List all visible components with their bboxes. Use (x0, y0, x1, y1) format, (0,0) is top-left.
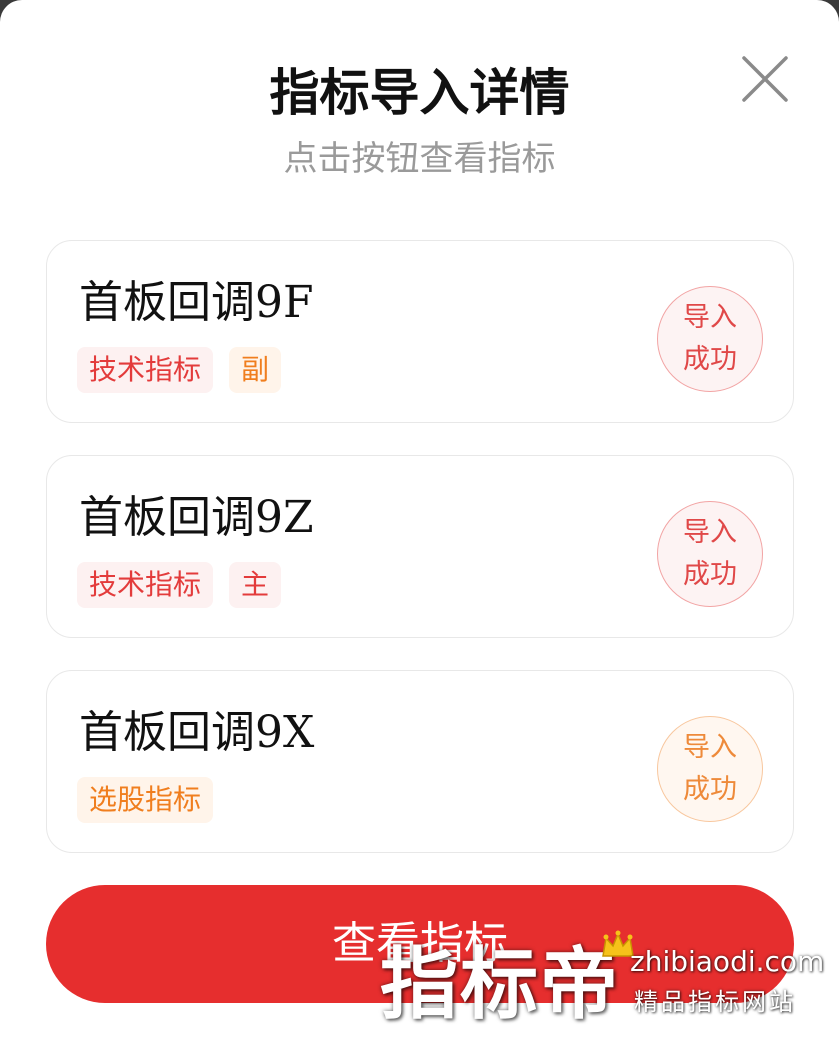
stamp-line-1: 导入 (683, 517, 737, 548)
import-success-stamp: 导入 成功 (657, 716, 763, 822)
stamp-line-1: 导入 (683, 302, 737, 333)
view-indicators-button[interactable]: 查看指标 (46, 885, 794, 1003)
indicator-type-tag: 技术指标 (77, 347, 214, 393)
indicator-card: 首板回调9F 技术指标 副 导入 成功 (46, 240, 794, 423)
stamp-line-1: 导入 (683, 732, 737, 763)
indicator-card: 首板回调9X 选股指标 导入 成功 (46, 670, 794, 853)
stamp-line-2: 成功 (683, 344, 737, 375)
indicator-name: 首板回调9X (79, 707, 315, 758)
modal-subtitle: 点击按钮查看指标 (283, 139, 556, 179)
import-success-stamp: 导入 成功 (657, 501, 763, 607)
close-button[interactable] (738, 52, 792, 106)
indicator-tags: 技术指标 主 (77, 562, 282, 608)
indicator-card: 首板回调9Z 技术指标 主 导入 成功 (46, 455, 794, 638)
indicator-tags: 技术指标 副 (77, 347, 282, 393)
indicator-name: 首板回调9F (79, 277, 314, 328)
import-success-stamp: 导入 成功 (657, 286, 763, 392)
indicator-type-tag: 选股指标 (77, 777, 214, 823)
modal-title: 指标导入详情 (269, 64, 570, 122)
stamp-line-2: 成功 (683, 774, 737, 805)
indicator-position-tag: 主 (229, 562, 282, 608)
indicator-position-tag: 副 (229, 347, 282, 393)
indicator-name: 首板回调9Z (79, 492, 314, 543)
indicator-type-tag: 技术指标 (77, 562, 214, 608)
indicator-tags: 选股指标 (77, 777, 214, 823)
close-icon (742, 56, 788, 102)
stamp-line-2: 成功 (683, 559, 737, 590)
import-details-modal: 指标导入详情 点击按钮查看指标 首板回调9F 技术指标 副 导入 成功 首板回调… (0, 0, 839, 1048)
